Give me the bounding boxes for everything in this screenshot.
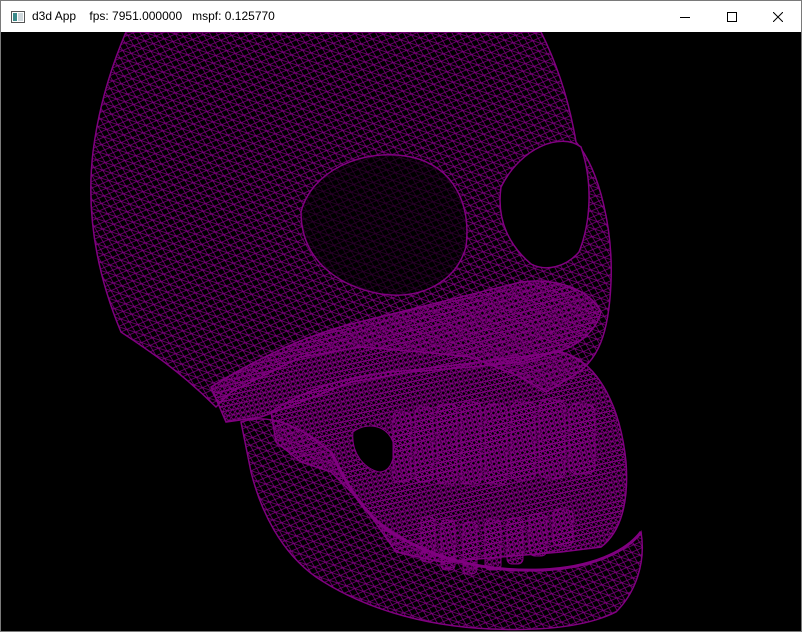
maximize-icon	[727, 11, 737, 22]
maximize-button[interactable]	[709, 1, 755, 32]
app-window-icon	[11, 10, 25, 23]
close-icon	[773, 11, 783, 22]
minimize-icon	[680, 16, 690, 18]
window-title: d3d App fps: 7951.000000 mspf: 0.125770	[32, 9, 275, 23]
render-viewport[interactable]	[1, 32, 801, 631]
app-window: d3d App fps: 7951.000000 mspf: 0.125770	[0, 0, 802, 632]
skull-wireframe	[90, 32, 643, 631]
title-bar[interactable]: d3d App fps: 7951.000000 mspf: 0.125770	[1, 1, 801, 32]
close-button[interactable]	[755, 1, 801, 32]
minimize-button[interactable]	[662, 1, 708, 32]
